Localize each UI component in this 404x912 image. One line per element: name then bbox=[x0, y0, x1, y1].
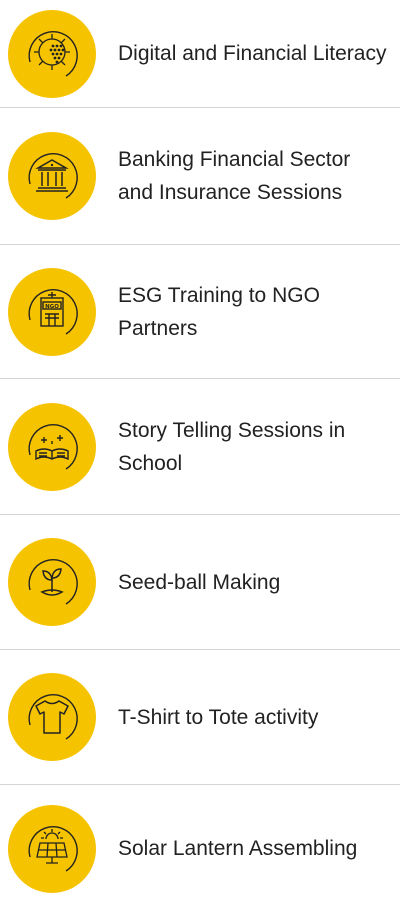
list-item: NGO ESG Training to NGO Partners bbox=[0, 245, 400, 379]
item-label: Solar Lantern Assembling bbox=[118, 837, 358, 860]
tshirt-icon bbox=[8, 673, 96, 761]
item-label: Digital and Financial Literacy bbox=[118, 42, 387, 65]
item-label: Seed-ball Making bbox=[118, 570, 281, 594]
sprout-icon bbox=[8, 538, 96, 626]
ngo-building-icon: NGO bbox=[8, 267, 96, 356]
list-item: T-Shirt to Tote activity bbox=[0, 650, 400, 785]
item-label: ESG Training to NGO Partners bbox=[118, 283, 320, 340]
item-label: Banking Financial Sector and Insurance S… bbox=[118, 148, 351, 204]
open-book-sparkle-icon bbox=[8, 402, 96, 491]
list-item: Digital and Financial Literacy bbox=[0, 0, 400, 108]
list-item: Story Telling Sessions in School bbox=[0, 379, 400, 515]
item-label: Story Telling Sessions in School bbox=[118, 418, 346, 475]
bank-building-icon bbox=[8, 132, 96, 220]
list-item: Seed-ball Making bbox=[0, 515, 400, 650]
list-item: Banking Financial Sector and Insurance S… bbox=[0, 108, 400, 245]
activity-list: Digital and Financial Literacy Banking F… bbox=[0, 0, 404, 912]
solar-panel-icon bbox=[8, 804, 96, 893]
list-item: Solar Lantern Assembling bbox=[0, 785, 400, 912]
item-label: T-Shirt to Tote activity bbox=[118, 705, 319, 729]
digital-brain-gear-icon bbox=[8, 9, 96, 98]
svg-text:NGO: NGO bbox=[45, 304, 59, 310]
